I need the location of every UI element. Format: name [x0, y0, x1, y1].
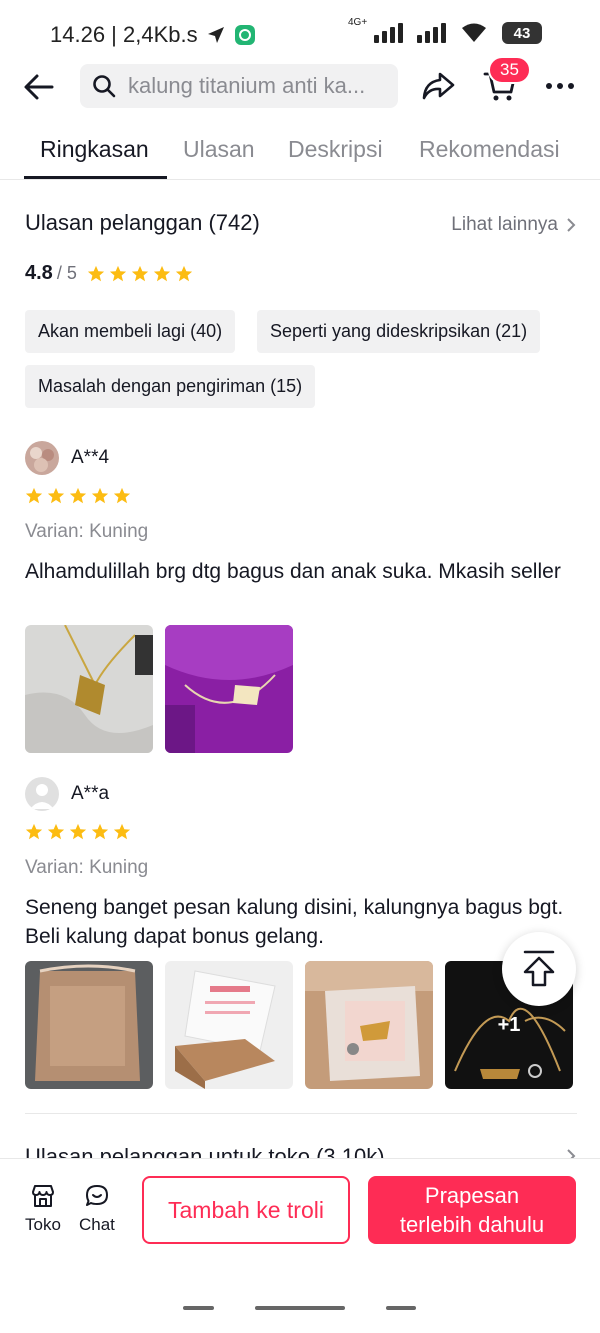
chip-seperti-dideskripsikan[interactable]: Seperti yang dideskripsikan (21)	[257, 310, 541, 353]
review-photo[interactable]	[165, 961, 293, 1089]
star-icon	[47, 487, 65, 504]
chip-akan-membeli-lagi[interactable]: Akan membeli lagi (40)	[25, 310, 236, 353]
review-photo[interactable]	[25, 961, 153, 1089]
shop-label: Toko	[25, 1215, 61, 1234]
review-card: A**4 Varian: Kuning Alhamdulillah brg dt…	[25, 441, 577, 761]
chat-label: Chat	[79, 1215, 115, 1234]
nav-home-button[interactable]	[255, 1306, 345, 1310]
share-icon	[422, 72, 455, 100]
avatar	[25, 441, 59, 475]
status-time: 14.26 | 2,4Kb.s	[50, 22, 198, 47]
review-photo[interactable]	[305, 961, 433, 1089]
tab-rekomendasi[interactable]: Rekomendasi	[419, 136, 560, 163]
chevron-right-icon	[567, 218, 576, 232]
star-icon	[175, 265, 192, 281]
chat-icon	[85, 1185, 108, 1206]
star-icon	[87, 265, 104, 281]
star-icon	[113, 487, 131, 504]
back-arrow-icon	[24, 74, 54, 100]
see-more-label: Lihat lainnya	[451, 214, 558, 235]
shop-button[interactable]: Toko	[25, 1183, 61, 1235]
cart-count-badge: 35	[488, 56, 531, 84]
review-variant: Varian: Kuning	[25, 521, 149, 542]
bottom-action-bar: Toko Chat Tambah ke troli Prapesan terle…	[0, 1158, 600, 1258]
overall-rating: 4.8 / 5	[25, 262, 193, 285]
star-icon	[25, 487, 43, 504]
more-dots-icon	[546, 83, 574, 89]
review-text: Seneng banget pesan kalung disini, kalun…	[25, 896, 564, 948]
signal-icon	[417, 23, 446, 43]
status-left: 14.26 | 2,4Kb.s	[50, 22, 256, 48]
rating-stars	[87, 265, 193, 283]
scroll-to-top-button[interactable]	[502, 932, 576, 1006]
tab-ringkasan[interactable]: Ringkasan	[40, 136, 149, 163]
star-icon	[131, 265, 148, 281]
star-icon	[69, 487, 87, 504]
battery-icon: 43	[502, 22, 542, 44]
review-variant: Varian: Kuning	[25, 857, 149, 878]
preorder-button[interactable]: Prapesan terlebih dahulu	[368, 1176, 576, 1244]
review-card: A**a Varian: Kuning Seneng banget pesan …	[25, 777, 577, 1097]
reviewer-name: A**4	[71, 447, 110, 468]
avatar	[25, 777, 59, 811]
share-button[interactable]	[420, 68, 456, 104]
store-icon	[31, 1185, 54, 1207]
chip-masalah-pengiriman[interactable]: Masalah dengan pengiriman (15)	[25, 365, 316, 408]
status-right: 4G+ 43	[348, 17, 542, 44]
chat-button[interactable]: Chat	[79, 1183, 115, 1235]
reviewer-name: A**a	[71, 783, 110, 804]
search-bar[interactable]: kalung titanium anti ka...	[80, 64, 398, 108]
review-stars	[25, 487, 131, 505]
wifi-icon	[462, 23, 486, 42]
network-type: 4G+	[348, 17, 368, 28]
review-photo[interactable]	[165, 625, 293, 753]
top-header: kalung titanium anti ka... 35	[0, 56, 600, 110]
nav-back-button[interactable]	[386, 1306, 416, 1310]
review-stars	[25, 823, 131, 841]
star-icon	[153, 265, 170, 281]
search-icon	[93, 75, 116, 98]
preorder-label-line1: Prapesan	[424, 1183, 520, 1208]
battery-level: 43	[513, 24, 531, 42]
rating-max: / 5	[56, 263, 77, 283]
system-navigation-bar	[0, 1296, 600, 1320]
app-notification-icon	[234, 25, 255, 45]
star-icon	[69, 823, 87, 840]
nav-recents-button[interactable]	[183, 1306, 214, 1310]
section-divider	[25, 1113, 577, 1114]
tab-ulasan[interactable]: Ulasan	[183, 136, 255, 163]
tab-deskripsi[interactable]: Deskripsi	[288, 136, 383, 163]
product-tabs: Ringkasan Ulasan Deskripsi Rekomendasi	[0, 128, 600, 180]
rating-value: 4.8	[25, 262, 53, 284]
star-icon	[113, 823, 131, 840]
see-more-link[interactable]: Lihat lainnya	[451, 214, 576, 236]
review-text: Alhamdulillah brg dtg bagus dan anak suk…	[25, 560, 561, 583]
back-button[interactable]	[22, 70, 56, 104]
star-icon	[91, 487, 109, 504]
active-tab-indicator	[24, 176, 167, 179]
star-icon	[109, 265, 126, 281]
star-icon	[25, 823, 43, 840]
review-photo[interactable]	[25, 625, 153, 753]
preorder-label-line2: terlebih dahulu	[399, 1212, 545, 1237]
reviews-title: Ulasan pelanggan (742)	[25, 210, 260, 235]
add-to-cart-button[interactable]: Tambah ke troli	[142, 1176, 350, 1244]
location-arrow-icon	[207, 27, 224, 43]
star-icon	[91, 823, 109, 840]
arrow-up-icon	[523, 950, 555, 987]
signal-4g-icon: 4G+	[348, 17, 403, 43]
star-icon	[47, 823, 65, 840]
more-options-button[interactable]	[544, 72, 576, 100]
search-input[interactable]: kalung titanium anti ka...	[128, 73, 390, 99]
